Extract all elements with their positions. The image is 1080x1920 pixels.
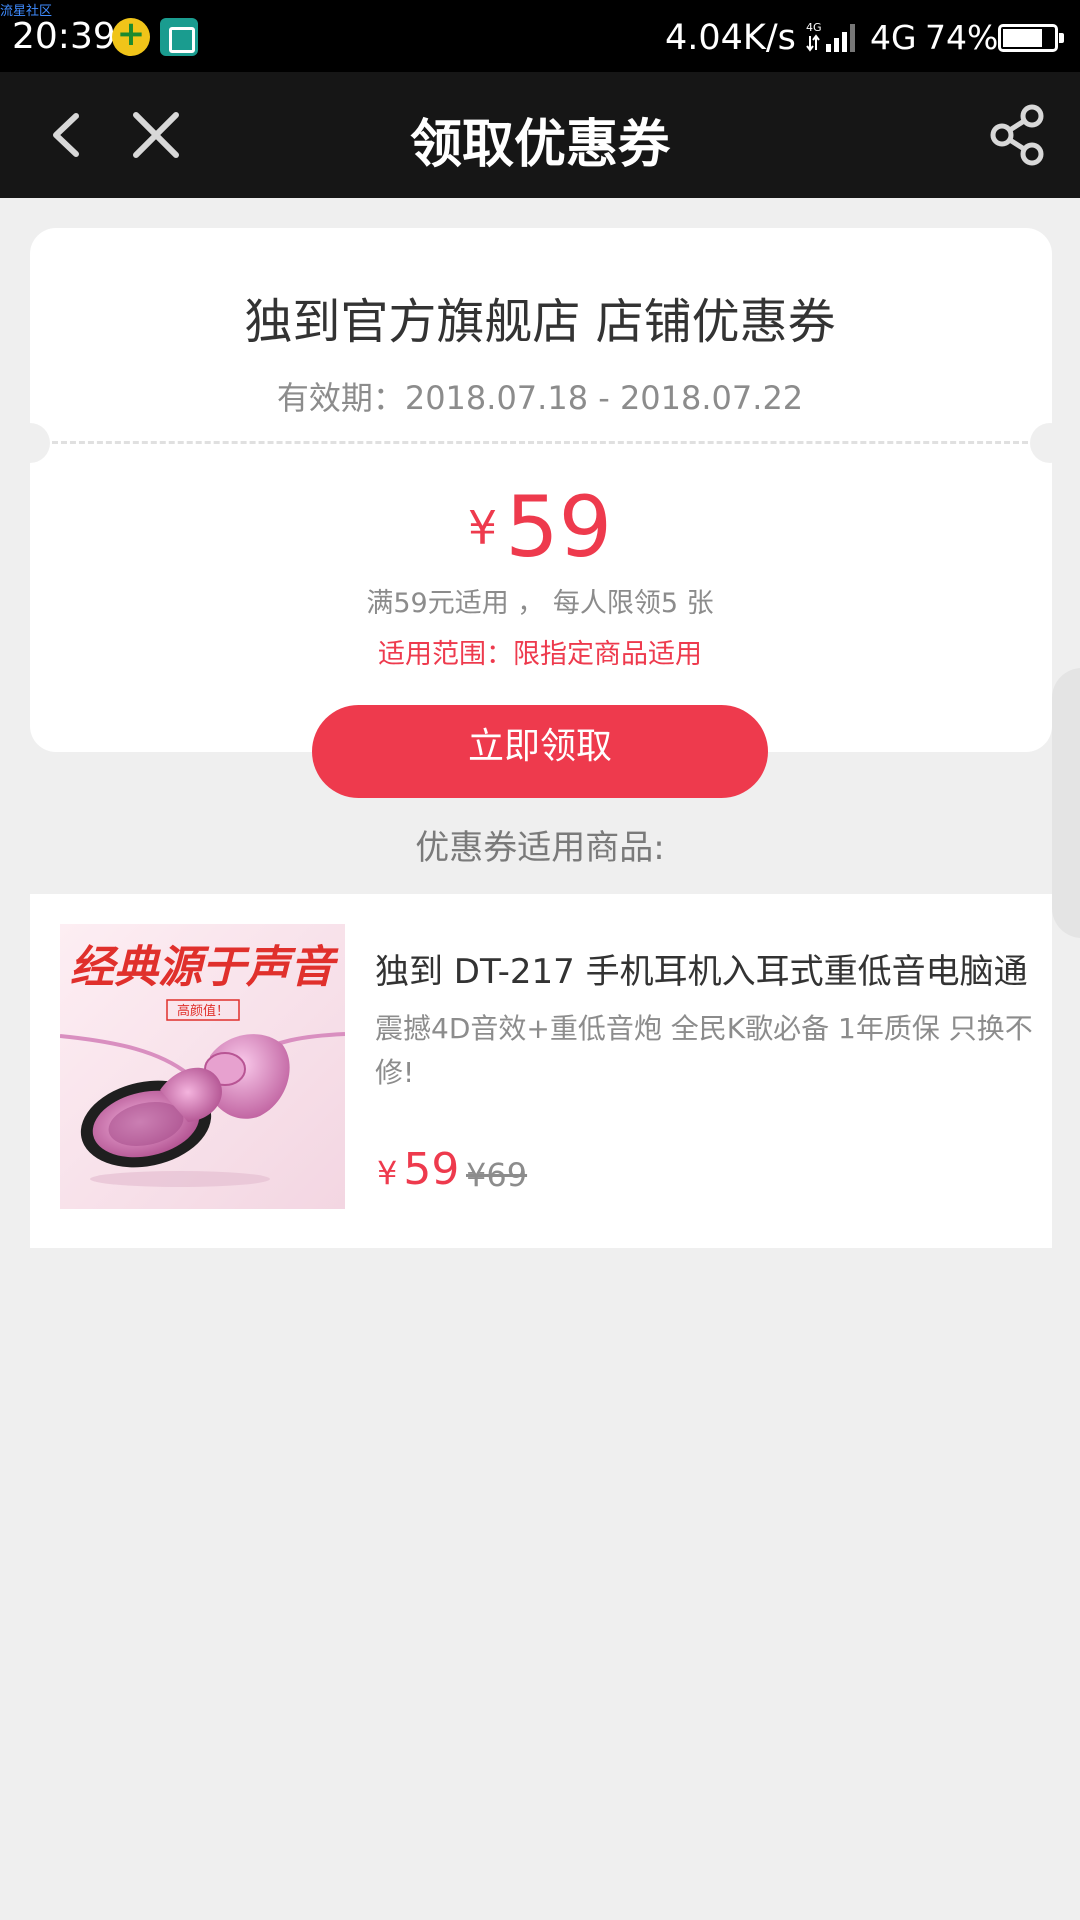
product-image[interactable]: 经典源于声音 高颜值！	[60, 924, 345, 1209]
shop-coupon-title: 独到官方旗舰店 店铺优惠券	[244, 294, 836, 350]
product-name[interactable]: 独到 DT-217 手机耳机入耳式重低音电脑通	[375, 944, 1055, 993]
original-price: ¥69	[466, 1156, 528, 1194]
status-time: 20:39	[12, 16, 116, 57]
applicable-products-heading: 优惠券适用商品:	[415, 828, 665, 868]
network-type: 4G	[870, 18, 917, 57]
coupon-notch-right	[1030, 423, 1070, 463]
coupon-notch-left	[10, 423, 50, 463]
product-image-badge: 高颜值！	[177, 1003, 229, 1019]
coupon-divider	[52, 441, 1028, 444]
coupon-scope: 适用范围：限指定商品适用	[378, 639, 702, 670]
product-price: ¥59	[377, 1144, 459, 1195]
app-notification-icon	[112, 14, 150, 56]
currency-symbol: ¥	[467, 501, 498, 555]
usage-rule: 满59元适用 ， 每人限领5 张	[366, 588, 714, 619]
share-icon[interactable]	[984, 102, 1050, 168]
battery-icon	[998, 24, 1064, 52]
coupon-amount: ¥59	[0, 478, 1080, 576]
coupon-validity: 有效期：2018.07.18 - 2018.07.22	[276, 379, 804, 417]
net-speed: 4.04K/s	[665, 18, 796, 58]
screenshot-icon	[160, 18, 198, 56]
signal-label: 4G	[806, 21, 822, 34]
price-value: 59	[403, 1144, 460, 1195]
claim-coupon-button[interactable]: 立即领取	[312, 705, 768, 798]
product-image-slogan: 经典源于声音	[70, 942, 339, 993]
nav-bar: 领取优惠券	[0, 72, 1080, 198]
status-bar: 流星社区 20:39 4.04K/s 4G 4G 74%	[0, 0, 1080, 72]
product-description: 震撼4D音效+重低音炮 全民K歌必备 1年质保 只换不修!	[375, 1012, 1033, 1089]
side-drawer-handle[interactable]	[1052, 668, 1080, 938]
coupon-value: 59	[505, 478, 613, 576]
battery-percent: 74%	[925, 18, 999, 57]
signal-icon: 4G	[806, 21, 855, 52]
page-title: 领取优惠券	[409, 115, 670, 175]
price-currency: ¥	[377, 1154, 398, 1192]
